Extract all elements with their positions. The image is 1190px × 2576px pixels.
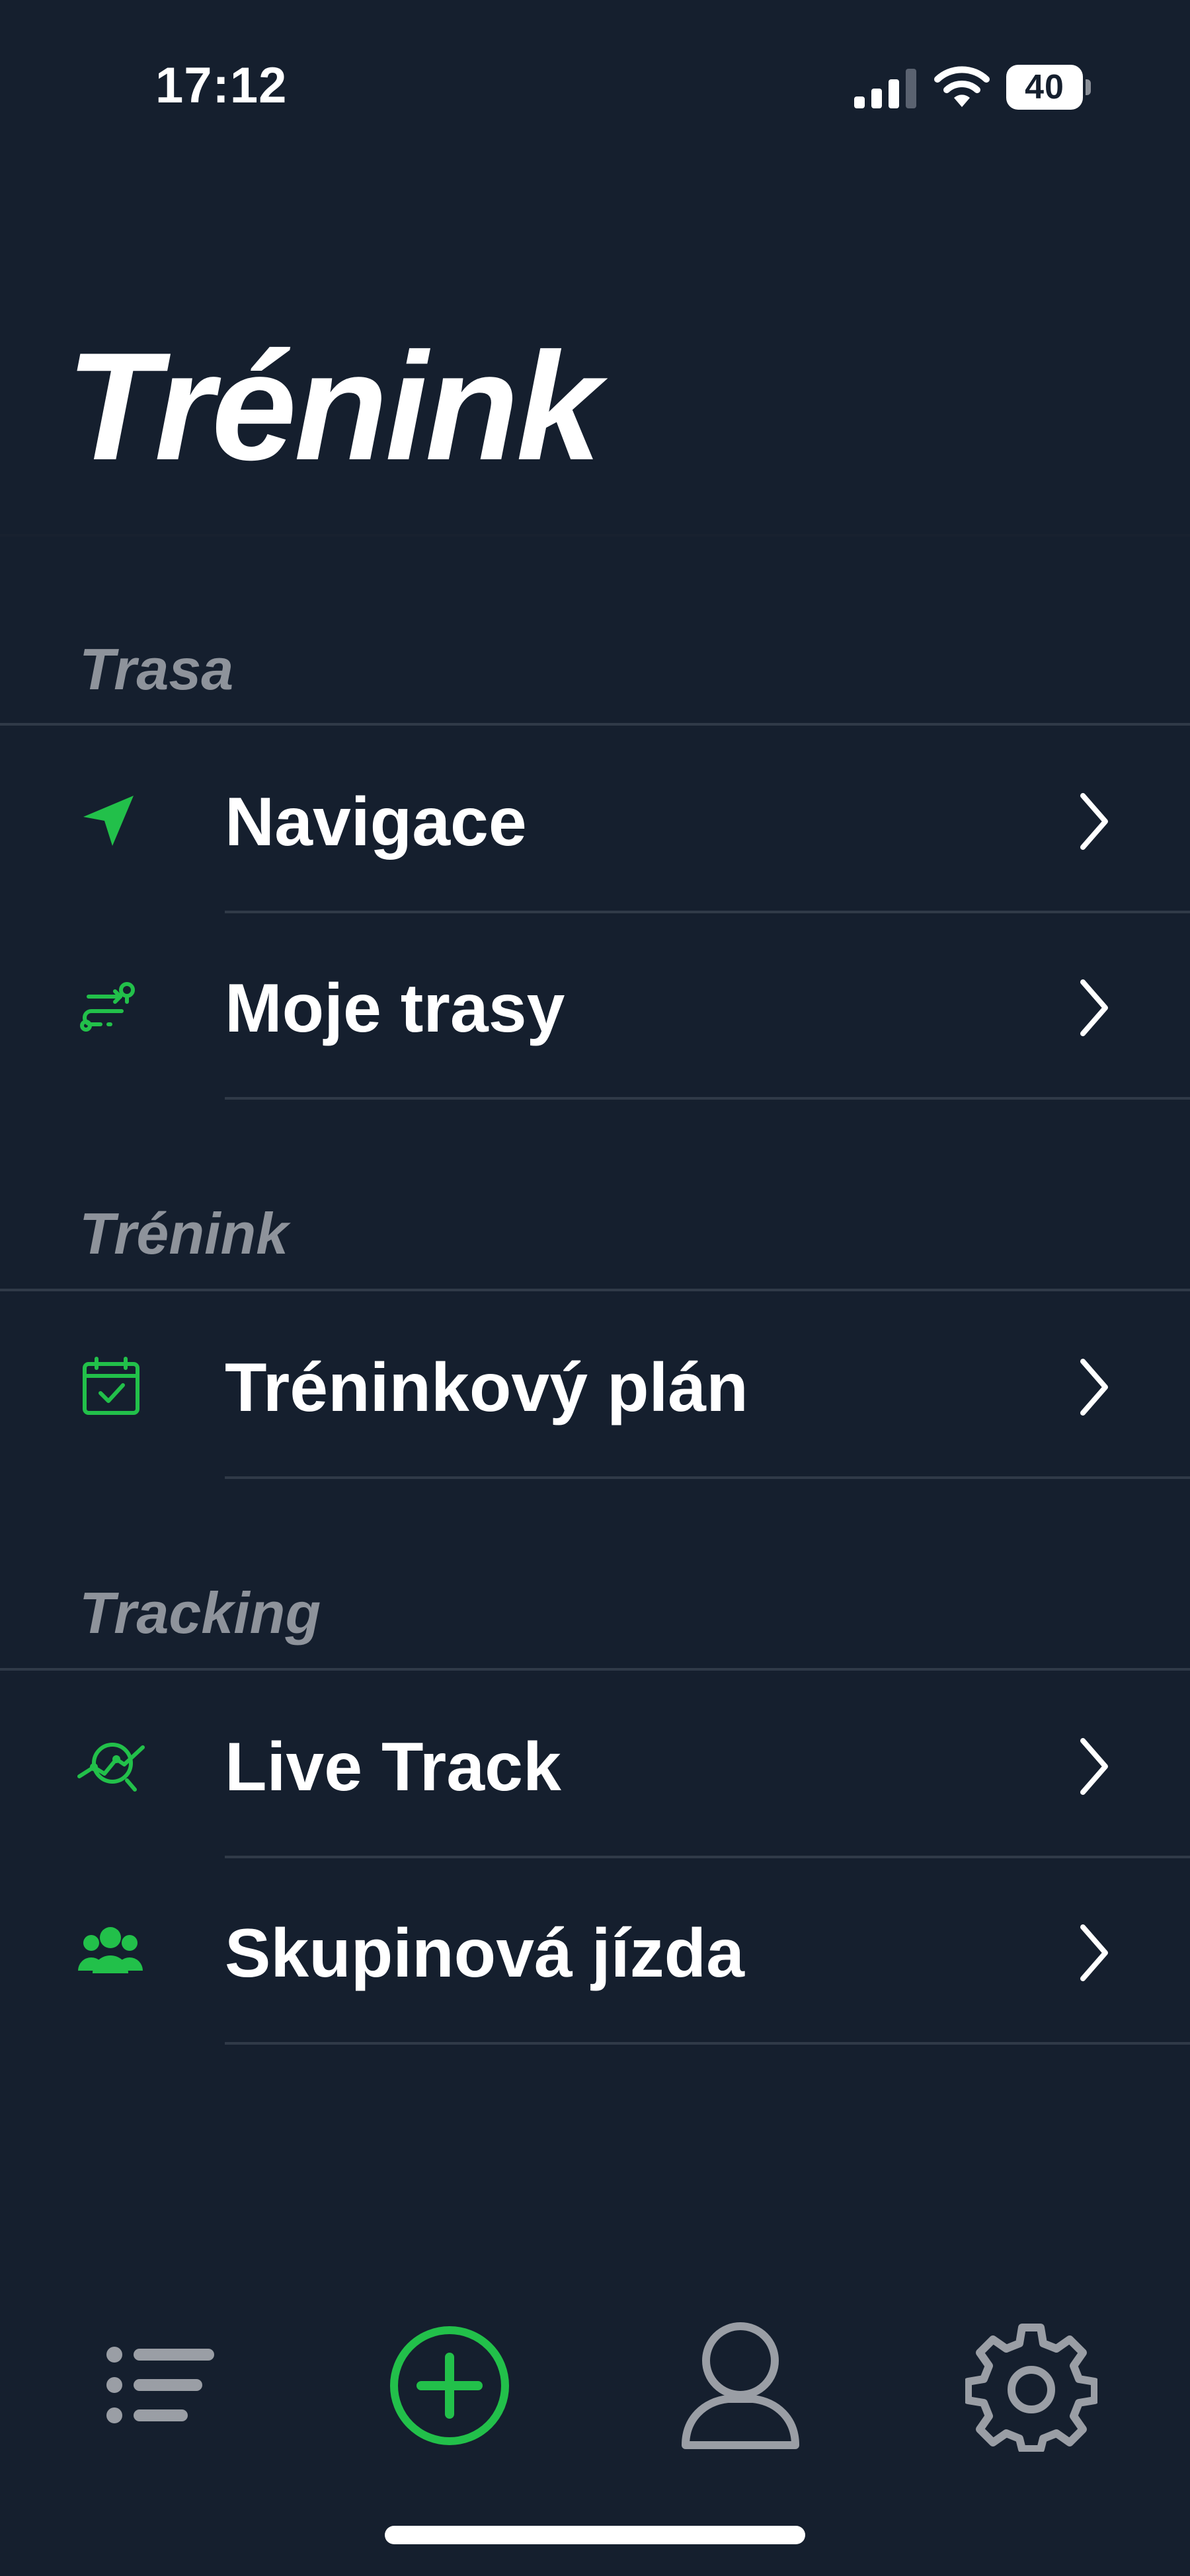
section-divider bbox=[0, 723, 1190, 726]
list-item-skupinova-jizda[interactable]: Skupinová jízda bbox=[0, 1858, 1190, 2045]
list-item-label: Navigace bbox=[225, 784, 527, 860]
gear-icon bbox=[965, 2324, 1097, 2452]
tab-bar bbox=[0, 2287, 1190, 2472]
profile-icon bbox=[682, 2322, 799, 2449]
calendar-check-icon bbox=[83, 1357, 139, 1415]
status-bar: 17:12 40 bbox=[0, 0, 1190, 178]
home-indicator[interactable] bbox=[385, 2526, 805, 2544]
list-item-moje-trasy[interactable]: Moje trasy bbox=[0, 913, 1190, 1100]
chevron-right-icon bbox=[1080, 979, 1108, 1036]
battery-icon: 40 bbox=[1006, 65, 1092, 110]
list-item-navigace[interactable]: Navigace bbox=[0, 727, 1190, 913]
list-item-label: Skupinová jízda bbox=[225, 1915, 744, 1992]
row-separator bbox=[225, 1097, 1190, 1100]
list-item-label: Live Track bbox=[225, 1729, 561, 1805]
list-item-label: Moje trasy bbox=[225, 970, 565, 1047]
tab-add[interactable] bbox=[377, 2313, 522, 2458]
row-separator bbox=[225, 2042, 1190, 2045]
tab-profile[interactable] bbox=[668, 2313, 813, 2458]
route-icon bbox=[80, 982, 135, 1032]
section-header-trenink: Trénink bbox=[79, 1201, 289, 1266]
tab-settings[interactable] bbox=[959, 2313, 1104, 2458]
header-divider bbox=[0, 534, 1190, 537]
cellular-signal-icon bbox=[854, 69, 916, 108]
list-item-treninkovy-plan[interactable]: Tréninkový plán bbox=[0, 1293, 1190, 1479]
list-item-live-track[interactable]: Live Track bbox=[0, 1672, 1190, 1858]
list-icon bbox=[106, 2347, 214, 2423]
battery-level: 40 bbox=[1025, 68, 1064, 106]
section-divider bbox=[0, 1289, 1190, 1291]
status-time: 17:12 bbox=[155, 57, 288, 114]
chevron-right-icon bbox=[1080, 793, 1108, 850]
navigation-arrow-icon bbox=[83, 796, 134, 846]
chevron-right-icon bbox=[1080, 1924, 1108, 1981]
list-item-label: Tréninkový plán bbox=[225, 1349, 748, 1426]
row-separator bbox=[225, 1476, 1190, 1479]
live-track-icon bbox=[77, 1743, 145, 1792]
group-ride-icon bbox=[78, 1927, 143, 1973]
section-header-tracking: Tracking bbox=[79, 1580, 321, 1646]
page-title: Trénink bbox=[66, 321, 602, 492]
add-circle-icon bbox=[390, 2326, 509, 2445]
section-header-trasa: Trasa bbox=[79, 636, 234, 702]
tab-list[interactable] bbox=[87, 2313, 233, 2458]
chevron-right-icon bbox=[1080, 1738, 1108, 1795]
wifi-icon bbox=[934, 66, 990, 107]
chevron-right-icon bbox=[1080, 1359, 1108, 1416]
section-divider bbox=[0, 1668, 1190, 1671]
